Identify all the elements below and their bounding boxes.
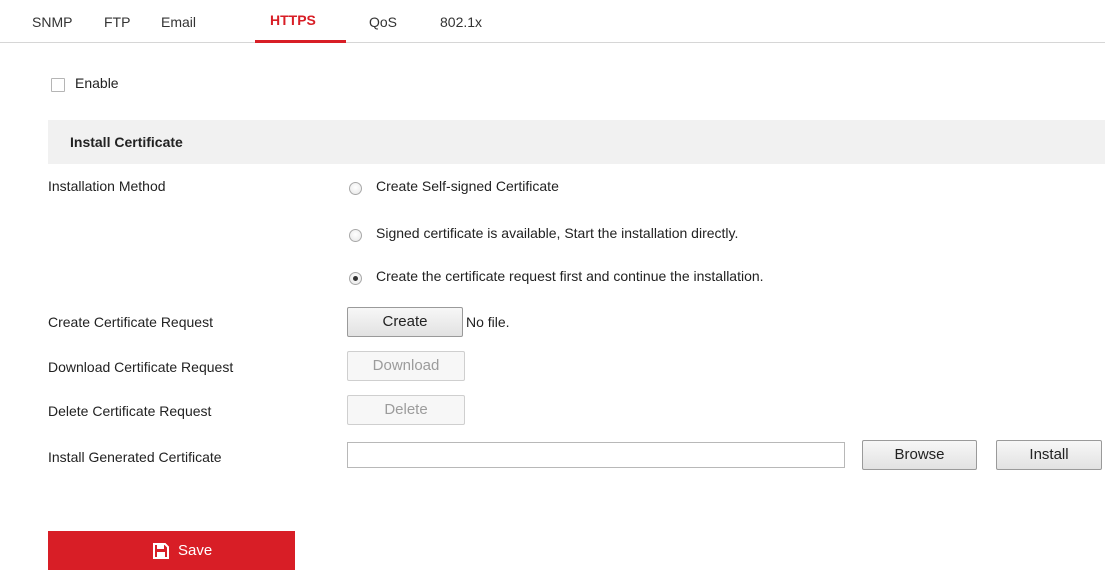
- delete-request-label: Delete Certificate Request: [48, 403, 212, 419]
- tab-https[interactable]: HTTPS: [270, 12, 316, 28]
- tab-email[interactable]: Email: [161, 14, 196, 30]
- save-button[interactable]: Save: [48, 531, 295, 570]
- browse-button[interactable]: Browse: [862, 440, 977, 470]
- tab-ftp[interactable]: FTP: [104, 14, 130, 30]
- tab-snmp[interactable]: SNMP: [32, 14, 72, 30]
- install-button[interactable]: Install: [996, 440, 1102, 470]
- tab-8021x[interactable]: 802.1x: [440, 14, 482, 30]
- radio-signed-available[interactable]: [349, 229, 362, 242]
- radio-create-request-first-label[interactable]: Create the certificate request first and…: [376, 268, 764, 284]
- enable-label: Enable: [75, 75, 119, 91]
- create-request-status: No file.: [466, 314, 510, 330]
- enable-checkbox[interactable]: [51, 78, 65, 92]
- radio-create-request-first[interactable]: [349, 272, 362, 285]
- certificate-file-input[interactable]: [347, 442, 845, 468]
- tab-bar: SNMP FTP Email HTTPS QoS 802.1x: [0, 0, 1105, 43]
- section-title: Install Certificate: [70, 134, 183, 150]
- save-icon: [153, 542, 169, 559]
- tab-qos[interactable]: QoS: [369, 14, 397, 30]
- create-request-label: Create Certificate Request: [48, 314, 213, 330]
- save-label: Save: [178, 542, 213, 559]
- section-header: Install Certificate: [48, 120, 1105, 164]
- download-request-label: Download Certificate Request: [48, 359, 234, 375]
- radio-self-signed[interactable]: [349, 182, 362, 195]
- create-button[interactable]: Create: [347, 307, 463, 337]
- active-tab-indicator: [255, 40, 346, 43]
- radio-signed-available-label[interactable]: Signed certificate is available, Start t…: [376, 225, 738, 241]
- installation-method-label: Installation Method: [48, 178, 166, 194]
- download-button[interactable]: Download: [347, 351, 465, 381]
- delete-button[interactable]: Delete: [347, 395, 465, 425]
- install-generated-label: Install Generated Certificate: [48, 449, 222, 465]
- radio-self-signed-label[interactable]: Create Self-signed Certificate: [376, 178, 559, 194]
